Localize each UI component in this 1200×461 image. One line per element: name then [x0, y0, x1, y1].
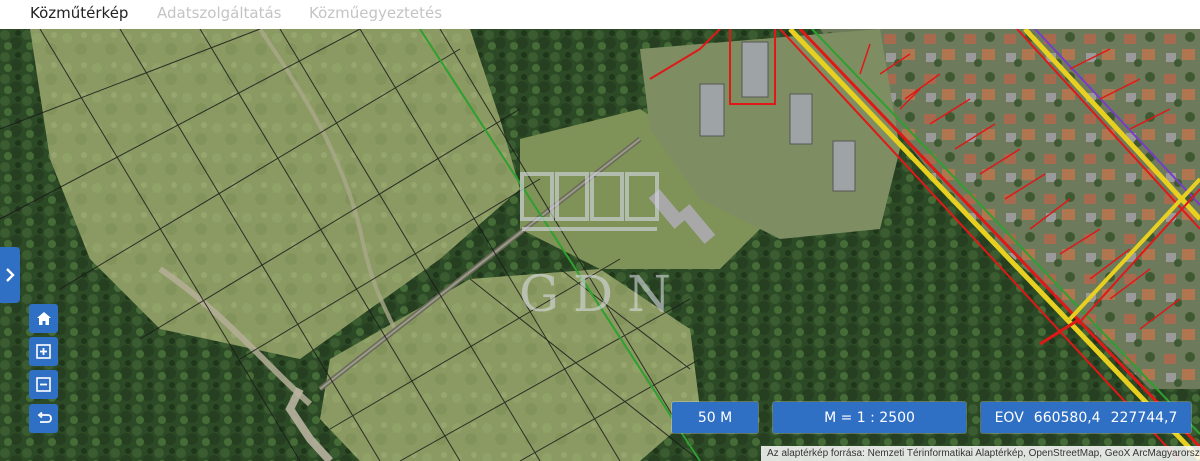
- tab-adatszolgaltatas[interactable]: Adatszolgáltatás: [157, 4, 281, 22]
- tab-kozmuterkep[interactable]: Közműtérkép: [30, 4, 128, 22]
- tab-bar: Közműtérkép Adatszolgáltatás Közműegyezt…: [0, 0, 1200, 29]
- sidebar-toggle-button[interactable]: [0, 247, 20, 303]
- back-button[interactable]: [29, 404, 58, 433]
- tab-kozmuegyeztetes[interactable]: Közműegyeztetés: [309, 4, 442, 22]
- eov-coordinates-display: EOV 660580,4 227744,7: [981, 402, 1191, 433]
- zoom-in-button[interactable]: [29, 337, 58, 366]
- home-icon: [36, 312, 51, 325]
- eov-y-value: 227744,7: [1110, 409, 1178, 426]
- satellite-map-image: [0, 29, 1200, 461]
- eov-label: EOV: [994, 409, 1024, 426]
- map-attribution: Az alaptérkép forrása: Nemzeti Térinform…: [761, 446, 1200, 461]
- scale-bar-display: 50 M: [672, 402, 758, 433]
- map-scale-label: M = 1 : 2500: [824, 409, 915, 426]
- zoom-out-button[interactable]: [29, 370, 58, 399]
- zoom-in-icon: [36, 344, 51, 359]
- home-button[interactable]: [29, 304, 58, 333]
- map-scale-display[interactable]: M = 1 : 2500: [773, 402, 966, 433]
- chevron-right-icon: [6, 268, 15, 282]
- undo-icon: [37, 411, 52, 423]
- zoom-out-icon: [36, 377, 51, 392]
- map-view[interactable]: GDN: [0, 29, 1200, 461]
- scale-bar-label: 50 M: [697, 409, 733, 426]
- eov-x-value: 660580,4: [1033, 409, 1101, 426]
